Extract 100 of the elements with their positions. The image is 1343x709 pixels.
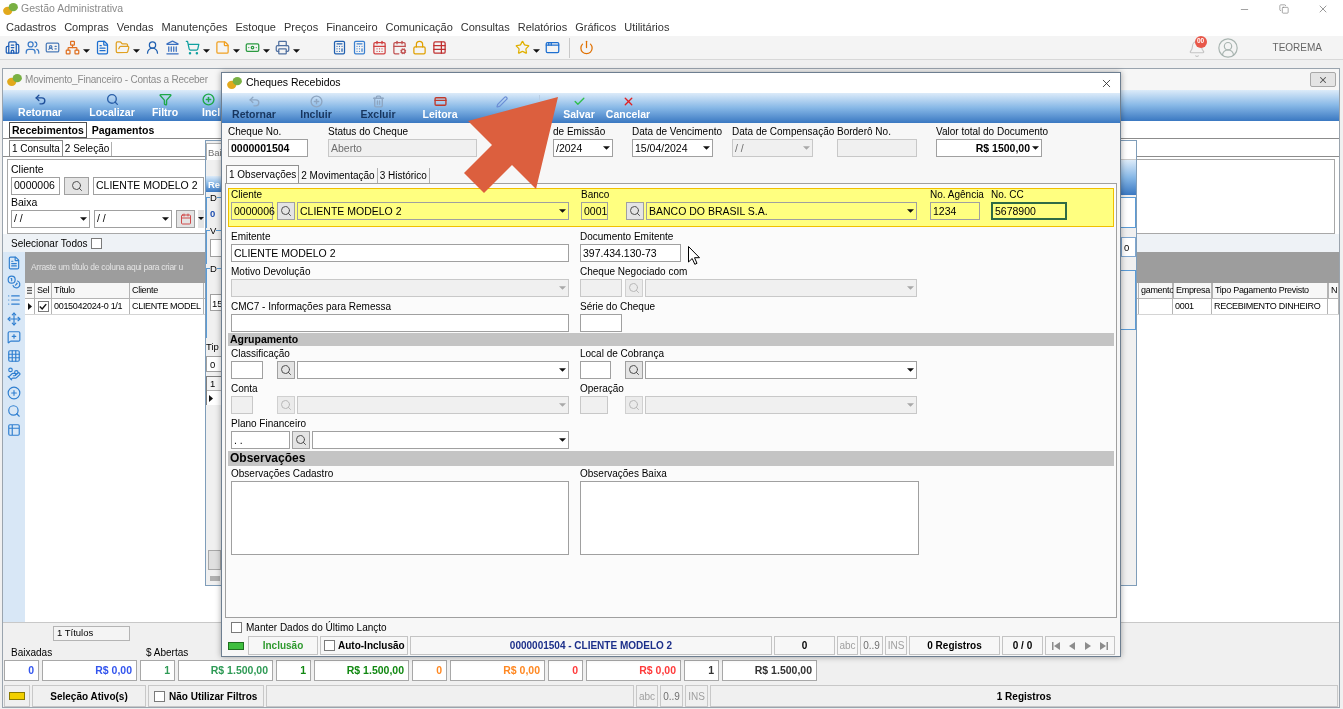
date-dropdown[interactable]: / / xyxy=(11,209,90,228)
dropdown[interactable] xyxy=(297,361,569,379)
side-button[interactable] xyxy=(208,550,221,570)
text-area[interactable] xyxy=(231,481,569,555)
star-icon[interactable] xyxy=(515,40,530,55)
code-field[interactable]: . . xyxy=(231,431,290,449)
dropdown[interactable] xyxy=(312,431,569,449)
menu-item[interactable]: Utilitários xyxy=(620,18,674,36)
tab[interactable]: 2 Seleção xyxy=(62,142,113,156)
dropdown[interactable]: CLIENTE MODELO 2 xyxy=(297,202,569,220)
value-field[interactable]: 0 xyxy=(1121,237,1136,257)
list-icon[interactable] xyxy=(7,293,21,307)
caret-icon[interactable] xyxy=(533,48,540,53)
menu-item[interactable]: Consultas xyxy=(456,18,514,36)
search-button[interactable] xyxy=(277,202,295,220)
columns-icon[interactable] xyxy=(27,287,32,294)
checkbox[interactable] xyxy=(154,690,165,702)
calendar-cog-icon[interactable] xyxy=(392,40,407,55)
id-card-icon[interactable] xyxy=(45,40,60,55)
dropdown[interactable]: 15/04/2024 xyxy=(632,139,713,157)
column-header[interactable]: Cliente xyxy=(130,283,204,298)
close-button[interactable] xyxy=(1310,72,1336,87)
calculator-icon[interactable] xyxy=(352,40,367,55)
scrollbar[interactable] xyxy=(210,576,220,581)
bell-icon[interactable] xyxy=(1187,39,1206,58)
text-field[interactable]: 0000001504 xyxy=(228,139,308,157)
document-icon[interactable] xyxy=(7,256,21,270)
comment-plus-icon[interactable] xyxy=(7,330,21,344)
column-header[interactable]: 1 xyxy=(207,377,221,391)
text-field[interactable] xyxy=(231,314,569,332)
menu-item[interactable]: Relatórios xyxy=(513,18,572,36)
calendar-button[interactable] xyxy=(176,209,195,228)
hand-coins-icon[interactable] xyxy=(7,367,21,381)
bank-icon[interactable] xyxy=(165,40,180,55)
menu-item[interactable]: Manutenções xyxy=(157,18,232,36)
checkbox[interactable] xyxy=(231,621,242,633)
tab[interactable]: Bai xyxy=(206,143,221,160)
users-icon[interactable] xyxy=(25,40,40,55)
menu-item[interactable]: Gráficos xyxy=(571,18,621,36)
caret-icon[interactable] xyxy=(293,48,300,53)
checkbox[interactable] xyxy=(90,237,102,249)
checkbox[interactable] xyxy=(324,640,335,651)
tab[interactable]: Pagamentos xyxy=(88,122,158,138)
user-icon[interactable] xyxy=(145,40,160,55)
dropdown[interactable]: BANCO DO BRASIL S.A. xyxy=(646,202,917,220)
column-header[interactable]: Título xyxy=(52,283,130,298)
column-header[interactable]: gamento xyxy=(1138,283,1173,298)
tab[interactable]: 1 Observações xyxy=(226,165,300,183)
search-button[interactable] xyxy=(626,202,644,220)
table-icon[interactable] xyxy=(7,422,21,437)
menu-item[interactable]: Compras xyxy=(60,18,113,36)
menu-item[interactable]: Preços xyxy=(279,18,323,36)
coins-icon[interactable] xyxy=(7,274,21,289)
date-dropdown[interactable]: / / xyxy=(94,209,172,228)
power-icon[interactable] xyxy=(579,40,594,55)
code-field[interactable]: 0000006 xyxy=(11,176,60,195)
window-icon[interactable] xyxy=(545,40,560,55)
tab[interactable]: 1 Consulta xyxy=(9,140,63,156)
printer-icon[interactable] xyxy=(275,40,290,55)
tab[interactable]: Recebimentos xyxy=(9,122,87,138)
menu-item[interactable]: Vendas xyxy=(112,18,158,36)
dropdown[interactable]: /2024 xyxy=(553,139,613,157)
caret-icon[interactable] xyxy=(263,48,270,53)
column-header[interactable]: Sel xyxy=(35,283,52,298)
column-header[interactable]: Empresa xyxy=(1173,283,1212,298)
dropdown-button[interactable] xyxy=(198,209,204,228)
menu-item[interactable]: Financeiro xyxy=(322,18,382,36)
code-field[interactable] xyxy=(580,361,611,379)
menu-item[interactable]: Cadastros xyxy=(2,18,61,36)
search-button[interactable] xyxy=(625,361,643,379)
menu-item[interactable]: Estoque xyxy=(231,18,280,36)
search-icon[interactable] xyxy=(7,404,21,418)
document-icon[interactable] xyxy=(95,40,110,55)
grid-icon[interactable] xyxy=(7,348,21,363)
code-field[interactable] xyxy=(231,361,263,379)
code-field[interactable]: 0000006 xyxy=(231,202,273,220)
input-field[interactable] xyxy=(1121,197,1136,228)
pen-icon[interactable] xyxy=(496,96,508,108)
move-icon[interactable] xyxy=(7,311,21,326)
building-icon[interactable] xyxy=(5,40,20,55)
caret-icon[interactable] xyxy=(203,48,210,53)
code-field[interactable]: 0001 xyxy=(581,202,608,220)
checkbox[interactable] xyxy=(37,301,49,312)
dropdown[interactable]: R$ 1500,00 xyxy=(936,139,1042,157)
column-header[interactable]: N xyxy=(1328,283,1339,298)
calculator-icon[interactable] xyxy=(332,40,347,55)
plus-circle-icon[interactable] xyxy=(7,385,21,400)
search-button[interactable] xyxy=(277,361,295,379)
table-icon[interactable] xyxy=(432,40,447,55)
input-field[interactable] xyxy=(210,239,221,257)
text-field[interactable]: 397.434.130-73 xyxy=(580,244,681,262)
lock-icon[interactable] xyxy=(412,40,427,55)
value-field[interactable]: 0 xyxy=(206,356,221,372)
caret-icon[interactable] xyxy=(83,48,90,53)
search-button[interactable] xyxy=(64,176,89,195)
calendar-icon[interactable] xyxy=(372,40,387,55)
search-button[interactable] xyxy=(292,431,310,449)
dropdown[interactable] xyxy=(645,361,917,379)
text-field[interactable] xyxy=(580,314,622,332)
text-field[interactable]: 1234 xyxy=(930,202,980,220)
